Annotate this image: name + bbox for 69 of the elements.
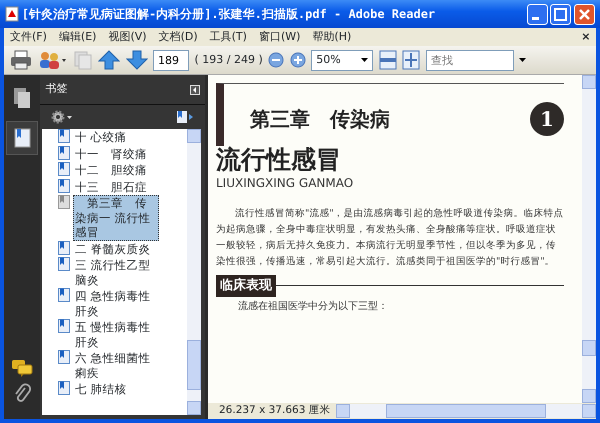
bookmark-tab[interactable] [6, 121, 38, 155]
fit-width-icon[interactable] [378, 50, 397, 70]
bookmark-item[interactable]: 三 流行性乙型脑炎 [73, 257, 159, 288]
collapse-icon[interactable] [190, 84, 200, 94]
bookmark-item[interactable]: 五 慢性病毒性肝炎 [73, 319, 159, 350]
bookmark-item[interactable]: 十二 胆绞痛 [73, 162, 149, 178]
scrollbar-thumb[interactable] [386, 404, 546, 418]
article-title: 流行性感冒 [216, 146, 342, 174]
panel-title: 书签 [46, 81, 68, 98]
menu-item[interactable]: 窗口(W) [252, 28, 306, 46]
window-title: [针灸治疗常见病证图解-内科分册].张建华.扫描版.pdf - Adobe Reader [22, 6, 436, 23]
bookmark-item[interactable]: 十 心绞痛 [73, 129, 129, 146]
bookmark-item[interactable]: 二 脊髓灰质炎 [73, 240, 153, 257]
maximize-icon[interactable] [550, 4, 572, 24]
menu-item[interactable]: 帮助(H) [306, 28, 358, 46]
pages-icon [11, 86, 33, 110]
caret-icon[interactable] [519, 58, 526, 62]
menu-close-button[interactable]: × [576, 28, 596, 46]
fit-page-icon[interactable] [402, 50, 420, 70]
speech-bubbles-icon[interactable] [11, 359, 33, 377]
pinyin-subtitle: LIUXINGXING GANMAO [216, 174, 354, 192]
paperclip-icon[interactable] [13, 383, 31, 405]
bookmark-item[interactable]: 十一 肾绞痛 [73, 146, 149, 162]
bookmark-options-icon[interactable] [176, 110, 194, 124]
bookmark-item[interactable]: 七 肺结核 [73, 381, 129, 398]
menu-item[interactable]: 文件(F) [4, 28, 53, 46]
gear-icon[interactable] [51, 110, 73, 124]
up-arrow-icon[interactable] [98, 50, 120, 70]
bookmark-icon[interactable] [58, 162, 70, 176]
minimize-icon[interactable] [526, 4, 548, 24]
bookmark-icon[interactable] [58, 146, 70, 160]
zoom-dropdown[interactable]: 50% [311, 50, 374, 70]
down-arrow-icon[interactable] [126, 50, 148, 70]
bookmark-item[interactable]: 四 急性病毒性肝炎 [73, 288, 159, 319]
chapter-heading: 第三章 传染病 [250, 106, 390, 133]
menu-item[interactable]: 文档(D) [152, 28, 204, 46]
body-text: 流感在祖国医学中分为以下三型： [237, 300, 389, 314]
bookmark-icon[interactable] [58, 350, 70, 364]
people-icon[interactable] [37, 50, 67, 70]
menu-item[interactable]: 工具(T) [204, 28, 253, 46]
menu-item[interactable]: 编辑(E) [52, 28, 102, 46]
close-icon[interactable] [574, 4, 595, 24]
page-number-field[interactable]: 189 [153, 50, 189, 70]
bookmark-icon[interactable] [58, 288, 70, 302]
bookmark-icon[interactable] [58, 319, 70, 333]
scrollbar-thumb[interactable] [582, 340, 596, 356]
bookmark-icon[interactable] [58, 129, 70, 143]
page-count: ( 193 / 249 ) [194, 52, 263, 68]
search-field[interactable]: 查找 [426, 50, 514, 70]
section-heading: 临床表现 [216, 275, 276, 296]
document-icon [72, 50, 92, 70]
zoom-out-icon[interactable] [268, 52, 284, 68]
menu-item[interactable]: 视图(V) [102, 28, 153, 46]
bookmark-icon[interactable] [58, 381, 70, 395]
caret-icon [361, 58, 368, 62]
bookmark-item[interactable]: 第三章 传染病一 流行性感冒 [73, 195, 159, 240]
bookmark-icon[interactable] [58, 240, 70, 254]
print-icon[interactable] [10, 50, 32, 70]
zoom-in-icon[interactable] [290, 52, 306, 68]
pdf-file-icon [5, 6, 19, 22]
bookmark-icon[interactable] [58, 178, 70, 192]
bookmark-icon[interactable] [58, 257, 70, 271]
page-size-label: 26.237 x 37.663 厘米 [219, 403, 331, 418]
scrollbar-thumb[interactable] [187, 340, 201, 390]
page-icon[interactable] [58, 195, 70, 209]
body-paragraph: 流行性感冒简称"流感"，是由流感病毒引起的急性呼吸道传染病。临床特点为起病急骤，全身中毒症状明显，有发热头痛、全身酸痛等症状。呼吸道症状一般较轻，病后无持久免疫力。本病流行无明显季节性，但以冬季为多见，传染性很强，传播迅速，常易引起大流行。流感类同于祖国医学的"时行感冒"。 [216, 206, 564, 268]
chapter-number: 1 [530, 102, 564, 136]
bookmark-item[interactable]: 十三 胆石症 [73, 178, 149, 195]
bookmark-item[interactable]: 六 急性细菌性痢疾 [73, 350, 159, 381]
